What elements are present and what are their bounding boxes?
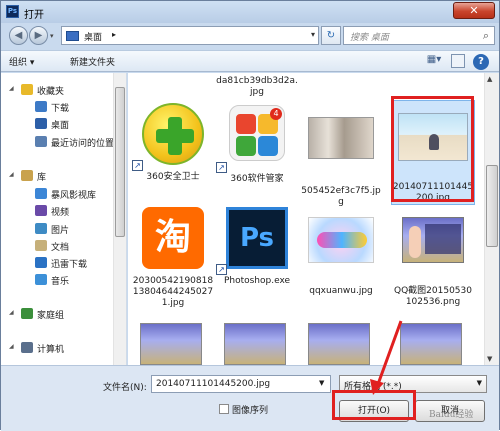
annotation-arrow xyxy=(370,320,403,395)
watermark: Baidu经验 xyxy=(429,410,474,420)
open-dialog: Ps 打开 ✕ ◀ ▶ ▾ 桌面 ▸ ▾ ↻ 搜索 桌面 ⌕ 组织 ▾ 新建文件… xyxy=(0,0,500,431)
